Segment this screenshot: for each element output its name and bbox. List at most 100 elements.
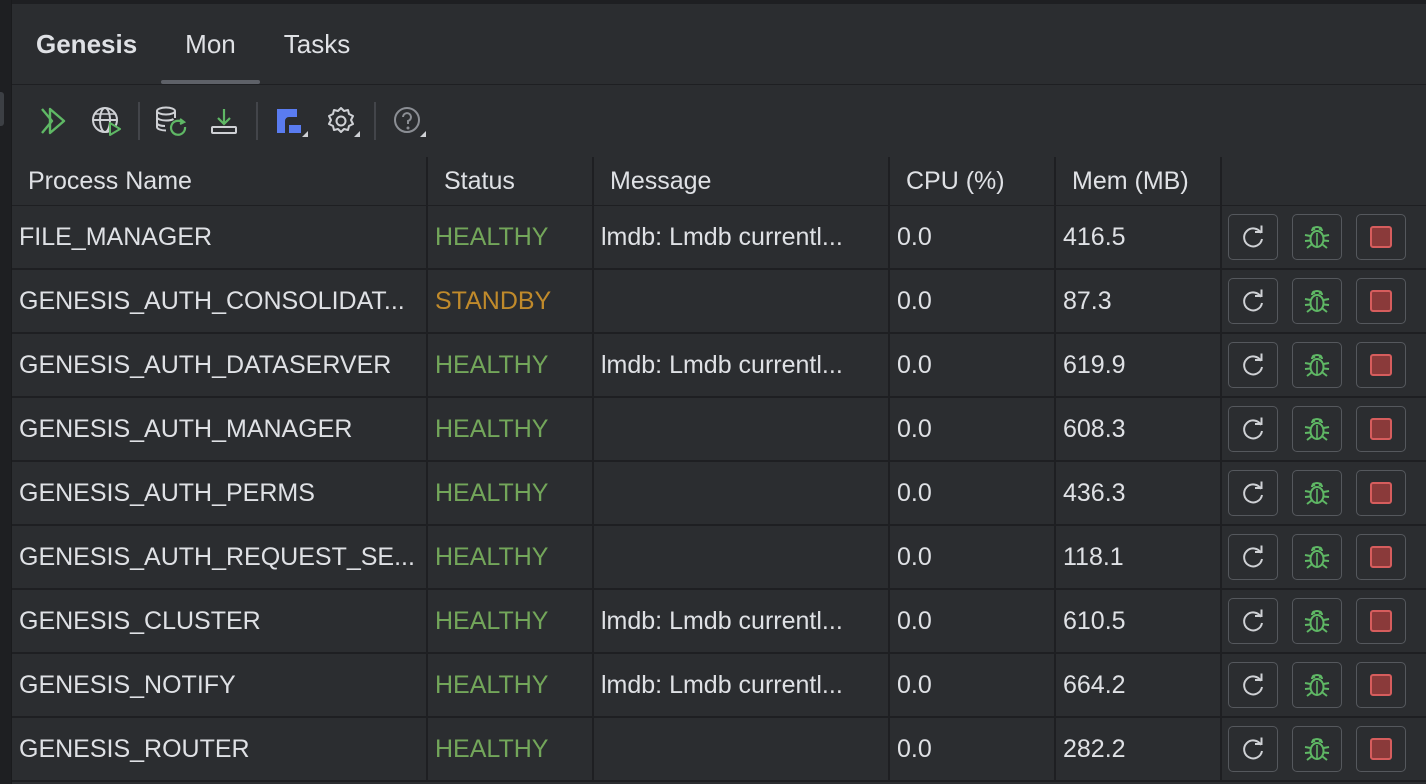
message-cell: lmdb: Lmdb currentl... [594,206,890,268]
column-header-cpu[interactable]: CPU (%) [890,157,1056,205]
tool-window-tabs: Genesis Mon Tasks [12,4,1426,85]
run-all-button[interactable] [34,101,74,141]
column-header-status[interactable]: Status [428,157,594,205]
cluster-view-button[interactable] [270,101,310,141]
message-cell [594,462,890,524]
table-row[interactable]: FILE_MANAGER HEALTHY lmdb: Lmdb currentl… [12,206,1426,270]
restart-icon [1243,289,1263,312]
dropdown-corner-icon [354,131,360,137]
debug-button[interactable] [1292,662,1342,708]
restart-button[interactable] [1228,278,1278,324]
dropdown-corner-icon [420,131,426,137]
stop-button[interactable] [1356,534,1406,580]
cpu-cell: 0.0 [890,654,1056,716]
mem-cell: 610.5 [1056,590,1222,652]
tab-genesis[interactable]: Genesis [12,4,161,84]
message-cell [594,526,890,588]
web-run-button[interactable] [86,101,126,141]
bug-icon [1304,546,1330,569]
table-row[interactable]: GENESIS_NOTIFY HEALTHY lmdb: Lmdb curren… [12,654,1426,718]
debug-button[interactable] [1292,598,1342,644]
actions-cell [1222,462,1426,524]
toolbar-separator [256,102,258,140]
mem-cell: 619.9 [1056,334,1222,396]
actions-cell [1222,270,1426,332]
process-name-cell: GENESIS_AUTH_DATASERVER [12,334,428,396]
download-button[interactable] [204,101,244,141]
dropdown-corner-icon [302,131,308,137]
column-header-message[interactable]: Message [594,157,890,205]
tab-mon[interactable]: Mon [161,4,260,84]
bug-icon [1304,226,1330,249]
message-cell [594,718,890,780]
tab-tasks[interactable]: Tasks [260,4,374,84]
mem-cell: 416.5 [1056,206,1222,268]
help-button[interactable] [388,101,428,141]
restart-button[interactable] [1228,214,1278,260]
debug-button[interactable] [1292,726,1342,772]
restart-icon [1243,353,1263,376]
cpu-cell: 0.0 [890,270,1056,332]
message-cell: lmdb: Lmdb currentl... [594,590,890,652]
table-row[interactable]: GENESIS_AUTH_PERMS HEALTHY 0.0 436.3 [12,462,1426,526]
stop-button[interactable] [1356,406,1406,452]
table-row[interactable]: GENESIS_ROUTER HEALTHY 0.0 282.2 [12,718,1426,782]
debug-button[interactable] [1292,278,1342,324]
debug-button[interactable] [1292,342,1342,388]
stop-button[interactable] [1356,342,1406,388]
restart-icon [1243,609,1263,632]
bug-icon [1304,290,1330,313]
stop-button[interactable] [1356,598,1406,644]
toolbar [12,85,1426,157]
stop-button[interactable] [1356,726,1406,772]
stop-button[interactable] [1356,662,1406,708]
restart-button[interactable] [1228,662,1278,708]
status-cell: HEALTHY [428,718,594,780]
cpu-cell: 0.0 [890,718,1056,780]
column-header-mem[interactable]: Mem (MB) [1056,157,1222,205]
stop-icon [1370,546,1392,568]
bug-icon [1304,674,1330,697]
restart-button[interactable] [1228,534,1278,580]
debug-button[interactable] [1292,470,1342,516]
table-row[interactable]: GENESIS_CLUSTER HEALTHY lmdb: Lmdb curre… [12,590,1426,654]
table-header: Process Name Status Message CPU (%) Mem … [12,157,1426,206]
process-name-cell: GENESIS_CLUSTER [12,590,428,652]
column-header-process-name[interactable]: Process Name [12,157,428,205]
restart-button[interactable] [1228,406,1278,452]
stop-button[interactable] [1356,214,1406,260]
stop-button[interactable] [1356,278,1406,324]
restart-button[interactable] [1228,342,1278,388]
process-name-cell: GENESIS_AUTH_PERMS [12,462,428,524]
stop-icon [1370,354,1392,376]
debug-button[interactable] [1292,534,1342,580]
table-row[interactable]: GENESIS_AUTH_CONSOLIDAT... STANDBY 0.0 8… [12,270,1426,334]
mem-cell: 436.3 [1056,462,1222,524]
cpu-cell: 0.0 [890,590,1056,652]
cpu-cell: 0.0 [890,526,1056,588]
mem-cell: 118.1 [1056,526,1222,588]
restart-button[interactable] [1228,598,1278,644]
restart-icon [1243,225,1263,248]
stop-icon [1370,226,1392,248]
database-refresh-button[interactable] [152,101,192,141]
run-all-icon [41,107,66,135]
stop-button[interactable] [1356,470,1406,516]
restart-button[interactable] [1228,726,1278,772]
settings-button[interactable] [322,101,362,141]
restart-icon [1243,481,1263,504]
process-table: Process Name Status Message CPU (%) Mem … [12,157,1426,782]
mem-cell: 608.3 [1056,398,1222,460]
table-row[interactable]: GENESIS_AUTH_MANAGER HEALTHY 0.0 608.3 [12,398,1426,462]
process-monitor-window: Genesis Mon Tasks Process Name Status Me… [0,0,1426,784]
table-row[interactable]: GENESIS_AUTH_REQUEST_SE... HEALTHY 0.0 1… [12,526,1426,590]
web-run-icon [92,107,121,136]
debug-button[interactable] [1292,214,1342,260]
gutter-handle[interactable] [0,92,4,126]
restart-button[interactable] [1228,470,1278,516]
mem-cell: 282.2 [1056,718,1222,780]
message-cell: lmdb: Lmdb currentl... [594,654,890,716]
mem-cell: 664.2 [1056,654,1222,716]
table-row[interactable]: GENESIS_AUTH_DATASERVER HEALTHY lmdb: Lm… [12,334,1426,398]
debug-button[interactable] [1292,406,1342,452]
